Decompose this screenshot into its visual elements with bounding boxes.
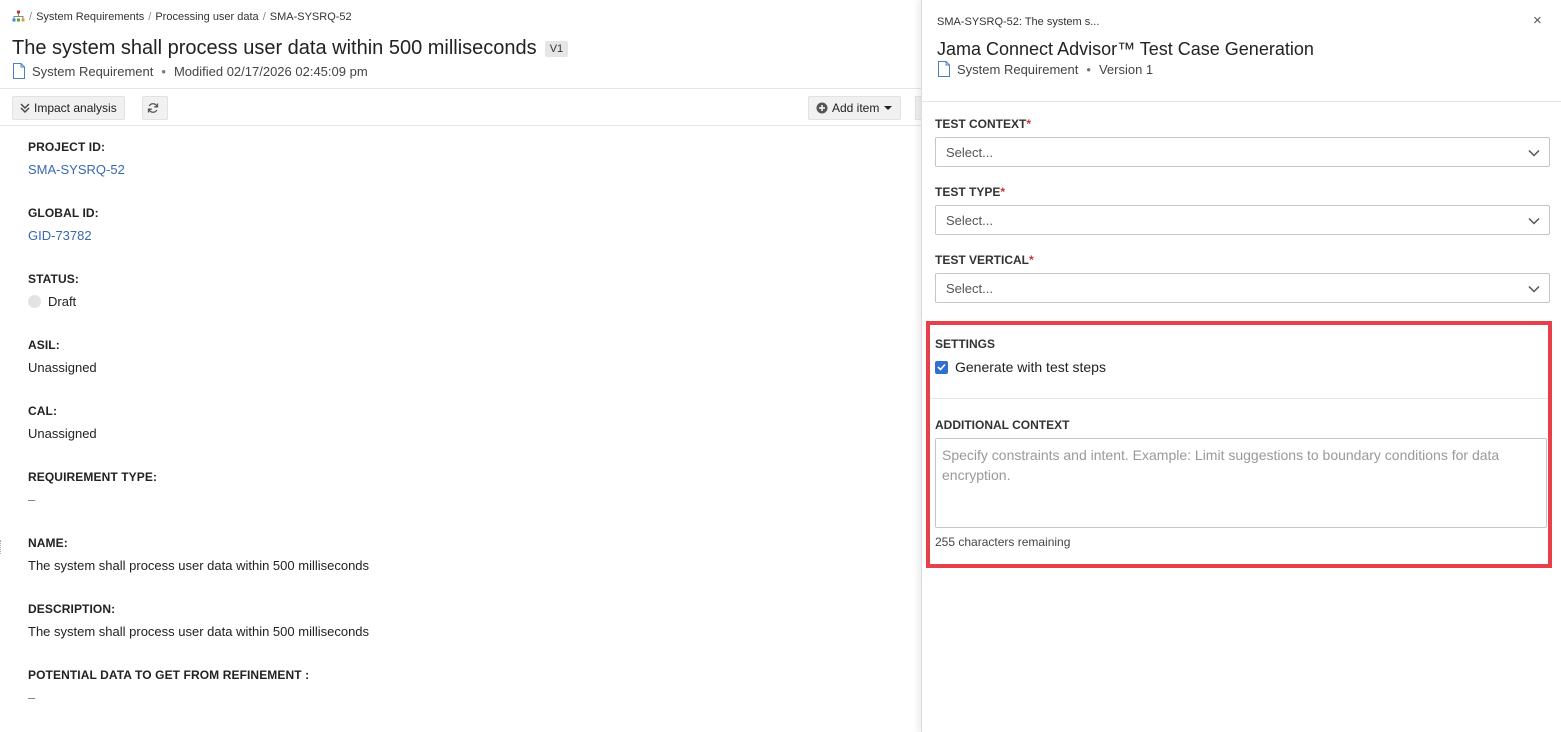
test-vertical-value: Select... [946,280,993,296]
field-list: PROJECT ID: SMA-SYSRQ-52 GLOBAL ID: GID-… [28,140,908,732]
field-label: DESCRIPTION: [28,602,116,616]
test-context-value: Select... [946,144,993,160]
field-description: DESCRIPTION: The system shall process us… [28,602,908,668]
field-value: The system shall process user data withi… [28,624,370,639]
chevron-down-icon [1528,285,1540,293]
item-detail-pane: / System Requirements / Processing user … [0,0,921,732]
field-label: PROJECT ID: [28,140,106,154]
item-title: The system shall process user data withi… [12,37,537,59]
refresh-icon [147,103,159,113]
impact-analysis-button[interactable]: Impact analysis [12,96,125,120]
field-value: – [28,492,36,507]
required-marker: * [1000,185,1006,199]
panel-version: Version 1 [1098,61,1154,77]
test-vertical-label: TEST VERTICAL* [935,253,1034,267]
field-name: NAME: The system shall process user data… [28,536,908,602]
settings-label: SETTINGS [935,337,996,351]
additional-context-textarea[interactable]: Specify constraints and intent. Example:… [935,438,1547,528]
document-icon [12,63,26,79]
close-icon[interactable]: × [1533,12,1542,29]
field-value: – [28,690,36,705]
status-dot-icon [28,295,41,308]
field-requirement-type: REQUIREMENT TYPE: – [28,470,908,536]
page-title: The system shall process user data withi… [12,37,569,60]
test-case-generation-panel: SMA-SYSRQ-52: The system s... × Jama Con… [921,0,1561,732]
generate-steps-row: Generate with test steps [935,359,1106,375]
breadcrumb: / System Requirements / Processing user … [12,10,352,23]
field-label: STATUS: [28,272,79,286]
global-id-link[interactable]: GID-73782 [28,228,908,243]
required-marker: * [1029,253,1034,267]
double-chevron-down-icon [20,103,30,113]
breadcrumb-item[interactable]: Processing user data [155,11,258,23]
add-item-label: Add item [832,101,880,115]
chevron-down-icon [1528,217,1540,225]
project-id-link[interactable]: SMA-SYSRQ-52 [28,162,908,177]
toolbar: Impact analysis Add item [0,88,921,126]
caret-down-icon [884,106,893,110]
field-label: REQUIREMENT TYPE: [28,470,158,484]
project-tree-icon[interactable] [12,10,25,23]
field-status: STATUS: Draft [28,272,908,338]
field-value: Unassigned [28,426,97,441]
checkmark-icon [937,363,946,371]
panel-meta: System Requirement • Version 1 [937,61,1153,77]
field-label: CAL: [28,404,58,418]
generate-steps-label[interactable]: Generate with test steps [955,359,1106,375]
panel-breadcrumb: SMA-SYSRQ-52: The system s... [937,16,1100,28]
breadcrumb-item[interactable]: SMA-SYSRQ-52 [270,11,352,23]
modified-date: Modified 02/17/2026 02:45:09 pm [173,63,368,79]
field-label: NAME: [28,536,68,550]
field-project-id: PROJECT ID: SMA-SYSRQ-52 [28,140,908,206]
field-potential-data: POTENTIAL DATA TO GET FROM REFINEMENT : … [28,668,908,732]
field-label: POTENTIAL DATA TO GET FROM REFINEMENT : [28,668,310,682]
characters-remaining: 255 characters remaining [935,535,1071,549]
item-meta: System Requirement • Modified 02/17/2026… [12,63,368,79]
test-type-value: Select... [946,212,993,228]
field-label: ASIL: [28,338,60,352]
test-context-label: TEST CONTEXT* [935,117,1032,131]
field-value: Unassigned [28,360,97,375]
test-context-select[interactable]: Select... [935,137,1550,167]
impact-analysis-label: Impact analysis [34,101,117,115]
panel-item-type: System Requirement [957,61,1079,77]
field-label: GLOBAL ID: [28,206,99,220]
required-marker: * [1026,117,1032,131]
pane-splitter-handle[interactable] [0,540,3,554]
refresh-button[interactable] [142,96,168,120]
chevron-down-icon [1528,149,1540,157]
add-item-button[interactable]: Add item [808,96,902,120]
test-vertical-select[interactable]: Select... [935,273,1550,303]
divider [930,398,1548,399]
field-asil: ASIL: Unassigned [28,338,908,404]
field-cal: CAL: Unassigned [28,404,908,470]
generate-steps-checkbox[interactable] [935,360,948,374]
test-type-select[interactable]: Select... [935,205,1550,235]
status-text: Draft [48,294,77,309]
document-icon [937,61,951,77]
version-badge: V1 [544,40,569,57]
status-value: Draft [28,294,908,309]
field-value: The system shall process user data withi… [28,558,370,573]
item-type: System Requirement [32,63,154,79]
panel-title: Jama Connect Advisor™ Test Case Generati… [937,39,1314,59]
divider [922,101,1561,102]
field-global-id: GLOBAL ID: GID-73782 [28,206,908,272]
plus-circle-icon [816,102,828,114]
test-type-label: TEST TYPE* [935,185,1006,199]
breadcrumb-item[interactable]: System Requirements [36,11,144,23]
additional-context-label: ADDITIONAL CONTEXT [935,418,1070,432]
